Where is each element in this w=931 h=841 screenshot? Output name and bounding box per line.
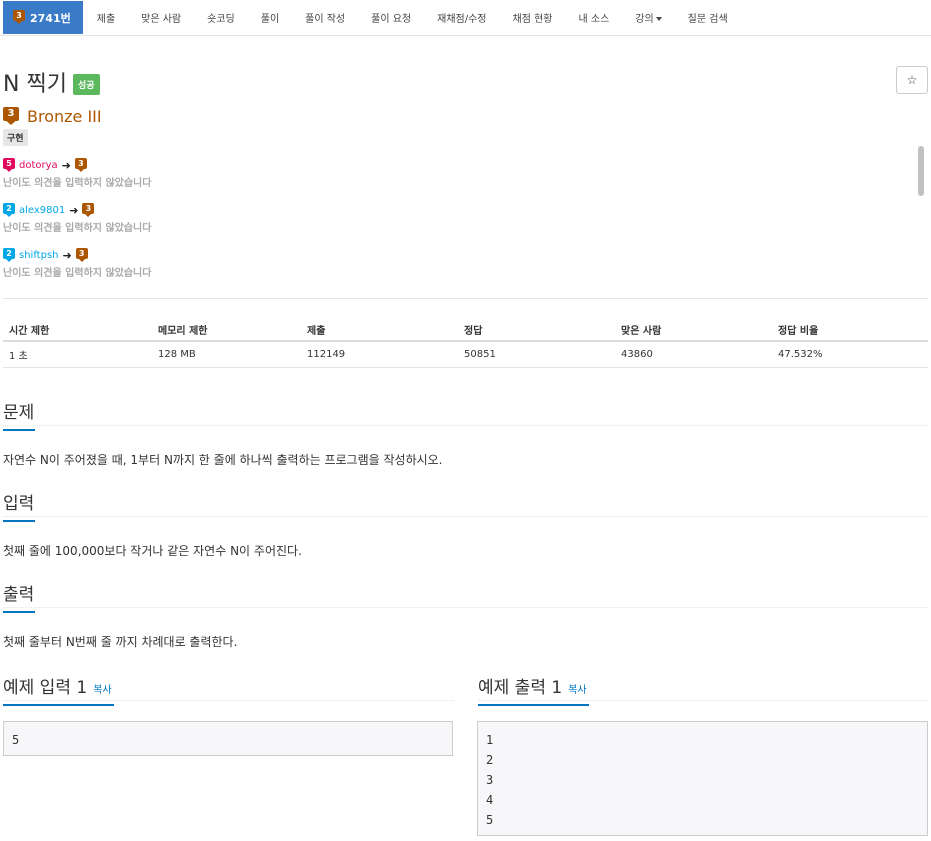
divider	[3, 700, 454, 701]
bronze-tier-icon: 3	[3, 107, 19, 126]
header-memory-limit: 메모리 제한	[158, 325, 208, 337]
problem-title-row: N 찍기 성공	[3, 66, 100, 98]
difficulty-opinions: 5 dotorya ➜ 3 난이도 의견을 입력하지 않았습니다 2 alex9…	[3, 158, 913, 284]
status-badge: 성공	[72, 73, 100, 95]
opinion-item: 5 dotorya ➜ 3 난이도 의견을 입력하지 않았습니다	[3, 158, 151, 189]
copy-sample-output-link[interactable]: 복사	[568, 685, 586, 696]
star-button[interactable]: ☆	[896, 66, 928, 94]
divider	[3, 425, 928, 426]
nav-write-solution[interactable]: 풀이 작성	[292, 10, 358, 25]
bronze-tier-icon: 3	[13, 10, 25, 25]
top-nav: 3 2741번 제출 맞은 사람 숏코딩 풀이 풀이 작성 풀이 요청 재채점/…	[0, 0, 931, 36]
nav-status[interactable]: 채점 현황	[500, 10, 566, 25]
header-solved-users: 맞은 사람	[621, 325, 662, 337]
opinions-scrollbar[interactable]	[918, 146, 924, 196]
opinion-text: 난이도 의견을 입력하지 않았습니다	[3, 268, 152, 279]
sample-output-heading: 예제 출력 1 복사	[478, 673, 589, 706]
input-description: 첫째 줄에 100,000보다 작거나 같은 자연수 N이 주어진다.	[3, 544, 302, 558]
sample-input-heading: 예제 입력 1 복사	[3, 673, 114, 706]
header-time-limit: 시간 제한	[9, 325, 50, 337]
memory-limit-value: 128 MB	[158, 349, 196, 360]
opinion-user[interactable]: alex9801	[19, 205, 65, 216]
star-icon: ☆	[906, 73, 918, 87]
nav-short-coding[interactable]: 숏코딩	[194, 10, 248, 25]
table-row: 1 초 128 MB 112149 50851 43860 47.532%	[3, 342, 928, 368]
algorithm-tag[interactable]: 구현	[3, 129, 28, 146]
bronze-tier-icon: 3	[74, 158, 87, 173]
nav-lectures-dropdown[interactable]: 강의	[622, 10, 674, 25]
caret-down-icon	[655, 17, 662, 21]
arrow-right-icon: ➜	[69, 204, 79, 217]
tier-name: Bronze III	[27, 107, 102, 126]
sample-output-box[interactable]: 1 2 3 4 5	[477, 721, 928, 836]
divider	[3, 298, 928, 299]
bronze-tier-icon: 3	[75, 248, 88, 263]
header-accepted: 정답	[464, 325, 483, 337]
opinion-text: 난이도 의견을 입력하지 않았습니다	[3, 178, 152, 189]
problem-section-heading: 문제	[3, 398, 35, 431]
arrow-right-icon: ➜	[62, 249, 72, 262]
nav-request-solution[interactable]: 풀이 요청	[358, 10, 424, 25]
problem-title: N 찍기	[3, 72, 67, 97]
nav-question-search[interactable]: 질문 검색	[675, 10, 741, 25]
ruby-tier-icon: 5	[3, 158, 15, 173]
divider	[478, 700, 928, 701]
nav-solutions[interactable]: 풀이	[248, 10, 292, 25]
accept-rate-value: 47.532%	[778, 349, 823, 360]
opinion-item: 2 alex9801 ➜ 3 난이도 의견을 입력하지 않았습니다	[3, 203, 151, 234]
nav-problem-number[interactable]: 3 2741번	[3, 1, 83, 34]
divider	[3, 516, 928, 517]
problem-info-table: 시간 제한 메모리 제한 제출 정답 맞은 사람 정답 비율 1 초 128 M…	[3, 318, 928, 368]
nav-rejudge[interactable]: 재채점/수정	[424, 10, 499, 25]
copy-sample-input-link[interactable]: 복사	[93, 685, 111, 696]
diamond-tier-icon: 2	[3, 203, 15, 218]
solved-users-value: 43860	[621, 349, 653, 360]
header-accept-rate: 정답 비율	[778, 325, 819, 337]
nav-my-source[interactable]: 내 소스	[565, 10, 622, 25]
nav-submit[interactable]: 제출	[83, 10, 128, 25]
opinion-user[interactable]: shiftpsh	[19, 250, 59, 261]
sample-input-box[interactable]: 5	[3, 721, 453, 756]
problem-description: 자연수 N이 주어졌을 때, 1부터 N까지 한 줄에 하나씩 출력하는 프로그…	[3, 453, 443, 467]
problem-tier[interactable]: 3 Bronze III	[3, 107, 102, 126]
arrow-right-icon: ➜	[61, 159, 71, 172]
opinion-text: 난이도 의견을 입력하지 않았습니다	[3, 223, 152, 234]
output-description: 첫째 줄부터 N번째 줄 까지 차례대로 출력한다.	[3, 635, 238, 649]
header-submissions: 제출	[307, 325, 326, 337]
bronze-tier-icon: 3	[82, 203, 95, 218]
nav-solved-users[interactable]: 맞은 사람	[128, 10, 194, 25]
submissions-value: 112149	[307, 349, 346, 360]
output-section-heading: 출력	[3, 580, 35, 613]
opinion-item: 2 shiftpsh ➜ 3 난이도 의견을 입력하지 않았습니다	[3, 248, 151, 279]
diamond-tier-icon: 2	[3, 248, 15, 263]
input-section-heading: 입력	[3, 489, 35, 522]
opinion-user[interactable]: dotorya	[19, 160, 58, 171]
divider	[3, 607, 928, 608]
accepted-value: 50851	[464, 349, 496, 360]
time-limit-value: 1 초	[9, 351, 28, 362]
table-header-row: 시간 제한 메모리 제한 제출 정답 맞은 사람 정답 비율	[3, 318, 928, 342]
nav-problem-id: 2741번	[30, 11, 71, 25]
